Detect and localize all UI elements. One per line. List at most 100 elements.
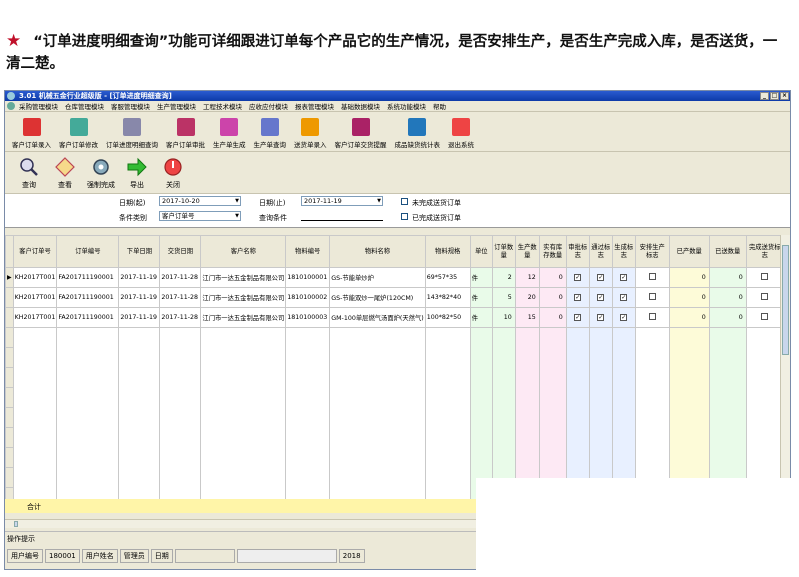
action-button-1[interactable]: 查看 — [47, 153, 83, 193]
column-header[interactable]: 审批标志 — [565, 235, 590, 268]
row-indicator — [5, 287, 14, 308]
table-cell: GS-节能单炒炉 — [329, 267, 426, 288]
column-header[interactable]: 物料编号 — [285, 235, 331, 268]
action-button-0[interactable]: 查询 — [11, 153, 47, 193]
menu-item-system[interactable]: 系统功能模块 — [387, 101, 426, 111]
toolbar-button-2[interactable]: 订单进度明细查询 — [102, 113, 162, 151]
cell-checkbox[interactable]: ✓ — [597, 314, 605, 321]
menu-item-production[interactable]: 生产管理模块 — [157, 101, 196, 111]
column-header[interactable]: 客户名称 — [200, 235, 287, 268]
empty-cell — [491, 327, 516, 348]
cell-checkbox[interactable]: ✓ — [597, 294, 605, 301]
row-indicator — [5, 387, 14, 408]
menu-item-warehouse[interactable]: 仓库管理模块 — [65, 101, 104, 111]
horizontal-scroll-thumb[interactable] — [14, 521, 18, 527]
column-header[interactable]: 完成送货标志 — [745, 235, 784, 268]
column-header[interactable]: 实有库存数量 — [538, 235, 567, 268]
empty-cell — [56, 387, 120, 408]
vertical-scrollbar[interactable] — [780, 235, 790, 513]
close-button[interactable]: × — [780, 92, 789, 100]
empty-row — [5, 427, 784, 448]
toolbar-button-0[interactable]: 客户订单录入 — [8, 113, 55, 151]
column-header[interactable]: 订单数量 — [491, 235, 516, 268]
menu-item-finance[interactable]: 应收应付模块 — [249, 101, 288, 111]
empty-cell — [745, 347, 784, 368]
unfinished-checkbox[interactable] — [401, 198, 408, 205]
column-header[interactable]: 已产数量 — [668, 235, 710, 268]
menu-item-engineering[interactable]: 工程技术模块 — [203, 101, 242, 111]
toolbar-icon-9 — [452, 118, 470, 136]
menu-item-reports[interactable]: 报表管理模块 — [295, 101, 334, 111]
empty-cell — [200, 447, 287, 468]
cell-checkbox[interactable] — [648, 293, 656, 300]
cell-checkbox[interactable] — [761, 293, 769, 300]
cell-checkbox[interactable] — [761, 313, 769, 320]
date-value — [174, 549, 235, 563]
column-header[interactable]: 物料名称 — [329, 235, 426, 268]
empty-cell — [491, 387, 516, 408]
table-row[interactable]: KH2017T001 FA201711190001 2017-11-19 2017-1… — [5, 287, 784, 308]
column-header[interactable]: 订单编号 — [56, 235, 120, 268]
minimize-button[interactable]: _ — [760, 92, 769, 100]
toolbar-button-1[interactable]: 客户订单修改 — [55, 113, 102, 151]
toolbar-label-8: 成品缺货统计表 — [394, 141, 441, 149]
menu-item-basedata[interactable]: 基础数据模块 — [341, 101, 380, 111]
cell-checkbox[interactable]: ✓ — [597, 274, 605, 281]
empty-cell — [424, 447, 471, 468]
toolbar-button-3[interactable]: 客户订单审批 — [162, 113, 209, 151]
table-cell: ✓ — [565, 267, 590, 288]
cell-checkbox[interactable]: ✓ — [620, 274, 628, 281]
date-from-input[interactable]: 2017-10-20 — [159, 196, 241, 206]
vertical-scroll-thumb[interactable] — [782, 245, 789, 355]
empty-cell — [538, 367, 567, 388]
menu-item-customer[interactable]: 客服管理模块 — [111, 101, 150, 111]
menu-item-purchase[interactable]: 采购管理模块 — [19, 101, 58, 111]
empty-cell — [56, 327, 120, 348]
action-button-4[interactable]: 关闭 — [155, 153, 191, 193]
column-header[interactable]: 安排生产标志 — [634, 235, 670, 268]
action-button-3[interactable]: 导出 — [119, 153, 155, 193]
column-header[interactable]: 已送数量 — [708, 235, 747, 268]
table-cell: KH2017T001 — [12, 267, 58, 288]
table-cell — [634, 287, 670, 308]
cell-checkbox[interactable]: ✓ — [620, 294, 628, 301]
column-header[interactable]: 单位 — [469, 235, 493, 268]
header-corner — [5, 235, 14, 268]
menu-item-help[interactable]: 帮助 — [433, 101, 446, 111]
finished-checkbox[interactable] — [401, 213, 408, 220]
date-label: 日期 — [150, 549, 173, 563]
empty-cell — [329, 367, 426, 388]
cell-checkbox[interactable]: ✓ — [620, 314, 628, 321]
cell-checkbox[interactable] — [648, 313, 656, 320]
table-row[interactable]: KH2017T001 FA201711190001 2017-11-19 2017-1… — [5, 307, 784, 328]
cell-checkbox[interactable]: ✓ — [574, 314, 582, 321]
row-indicator — [5, 467, 14, 488]
order-grid: 客户订单号 订单编号 下单日期 交货日期 客户名称 物料编号 物料名称 物料规格 单位 订单数量生… — [5, 235, 790, 513]
column-header[interactable]: 物料规格 — [424, 235, 471, 268]
toolbar-button-4[interactable]: 生产单生成 — [209, 113, 250, 151]
column-header[interactable]: 客户订单号 — [12, 235, 58, 268]
toolbar-button-5[interactable]: 生产单查询 — [250, 113, 291, 151]
toolbar-button-7[interactable]: 客户订单交货提醒 — [331, 113, 391, 151]
column-header[interactable]: 交货日期 — [159, 235, 202, 268]
cell-checkbox[interactable]: ✓ — [574, 294, 582, 301]
column-header[interactable]: 生产数量 — [514, 235, 540, 268]
cond-type-select[interactable]: 客户订单号 — [159, 211, 241, 221]
toolbar-button-6[interactable]: 送货单录入 — [290, 113, 331, 151]
empty-cell — [56, 427, 120, 448]
table-row[interactable]: ▶ KH2017T001 FA201711190001 2017-11-19 2017-… — [5, 267, 784, 288]
cell-checkbox[interactable] — [761, 273, 769, 280]
empty-cell — [668, 407, 710, 428]
cell-checkbox[interactable] — [648, 273, 656, 280]
empty-cell — [565, 407, 590, 428]
action-button-2[interactable]: 强制完成 — [83, 153, 119, 193]
cell-checkbox[interactable]: ✓ — [574, 274, 582, 281]
column-header[interactable]: 生成标志 — [611, 235, 636, 268]
column-header[interactable]: 通过标志 — [588, 235, 613, 268]
maximize-button[interactable]: □ — [770, 92, 779, 100]
cond-input[interactable] — [301, 211, 383, 221]
toolbar-button-8[interactable]: 成品缺货统计表 — [391, 113, 445, 151]
date-to-input[interactable]: 2017-11-19 — [301, 196, 383, 206]
column-header[interactable]: 下单日期 — [118, 235, 161, 268]
toolbar-button-9[interactable]: 退出系统 — [444, 113, 478, 151]
